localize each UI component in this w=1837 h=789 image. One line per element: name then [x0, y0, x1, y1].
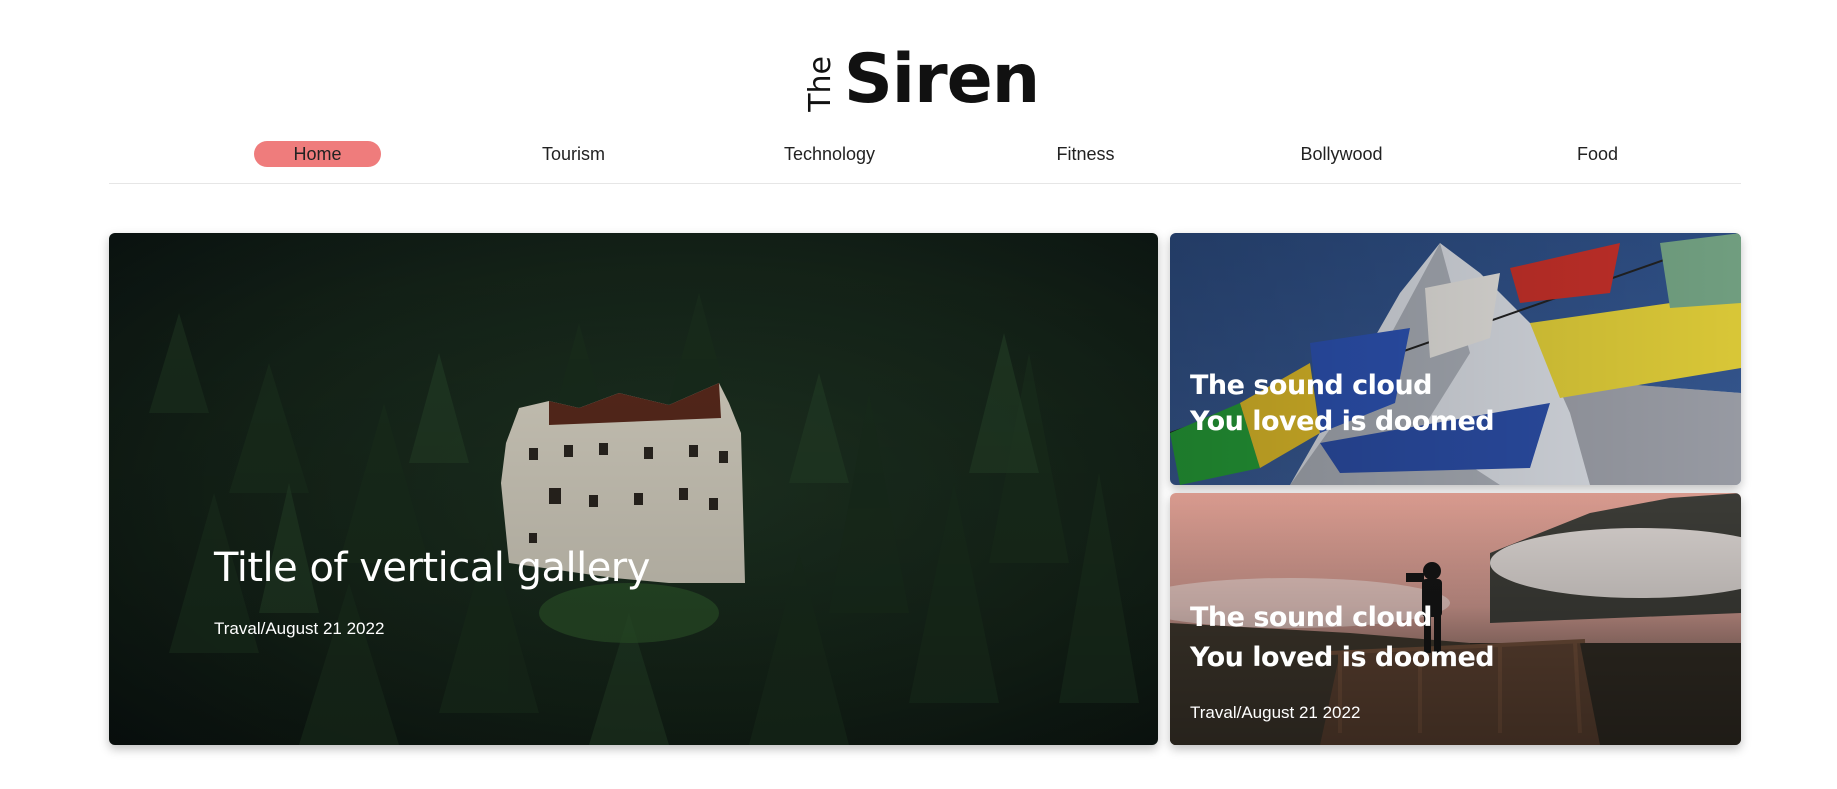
- featured-meta: Traval/August 21 2022: [214, 619, 385, 638]
- image-overlay: [109, 233, 1158, 745]
- nav-item-tourism[interactable]: Tourism: [510, 141, 637, 167]
- nav-item-home[interactable]: Home: [254, 141, 381, 167]
- nav-item-technology[interactable]: Technology: [766, 141, 893, 167]
- featured-title: Title of vertical gallery: [214, 545, 650, 591]
- side-card-meta: Traval/August 21 2022: [1190, 703, 1361, 722]
- nav-item-bollywood[interactable]: Bollywood: [1278, 141, 1405, 167]
- logo-prefix: The: [802, 56, 838, 112]
- side-card-title-line1: The sound cloud: [1190, 602, 1433, 633]
- nav-item-fitness[interactable]: Fitness: [1022, 141, 1149, 167]
- main-nav: Home Tourism Technology Fitness Bollywoo…: [109, 141, 1741, 184]
- logo-name: Siren: [843, 40, 1040, 119]
- side-card-title-line2: You loved is doomed: [1190, 406, 1495, 437]
- image-overlay: [1170, 233, 1741, 485]
- side-card-title: The sound cloud You loved is doomed: [1190, 598, 1495, 678]
- site-logo[interactable]: The Siren: [802, 40, 1040, 119]
- nav-item-food[interactable]: Food: [1534, 141, 1661, 167]
- side-card-photographer[interactable]: The sound cloud You loved is doomed Trav…: [1170, 493, 1741, 745]
- side-card-prayer-flags[interactable]: The sound cloud You loved is doomed: [1170, 233, 1741, 485]
- side-card-title-line2: You loved is doomed: [1190, 642, 1495, 673]
- side-card-title: The sound cloud You loved is doomed: [1190, 368, 1495, 440]
- featured-card[interactable]: Title of vertical gallery Traval/August …: [109, 233, 1158, 745]
- site-header: The Siren: [0, 36, 1837, 116]
- side-card-title-line1: The sound cloud: [1190, 370, 1433, 401]
